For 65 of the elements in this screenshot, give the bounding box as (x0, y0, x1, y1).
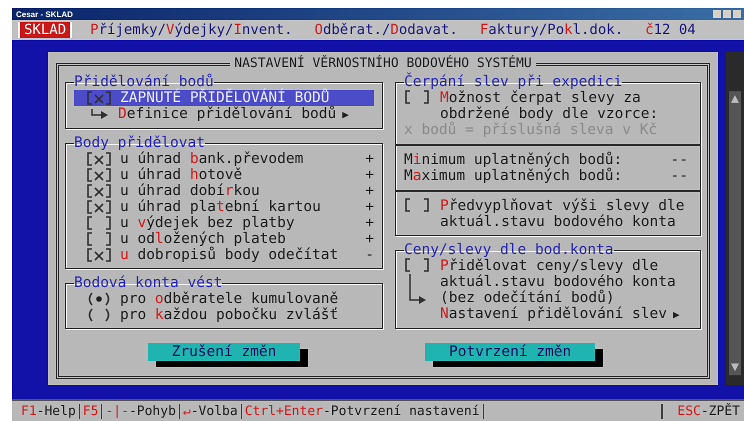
checkbox[interactable] (86, 200, 112, 214)
cancel-button[interactable]: Zrušení změn (148, 343, 300, 361)
submenu-link[interactable]: Nastavení přidělování slev ▶ (440, 306, 692, 323)
sign-label: + (365, 215, 374, 231)
group-title: Čerpání slev při expedici (404, 74, 622, 90)
menu-item[interactable]: č12 04 (641, 22, 700, 38)
checkbox[interactable] (86, 248, 112, 262)
option-label: u úhrad bank.převodem (120, 151, 304, 167)
scrollbar[interactable] (724, 52, 744, 385)
option-label: pro každou pobočku zvlášť (120, 307, 338, 323)
option-label: u úhrad platební kartou (120, 199, 321, 215)
window-title: Cesar - SKLAD (16, 10, 73, 18)
option-label: (bez odečítání bodů) (440, 290, 616, 306)
dialog-title: NASTAVENÍ VĚRNOSTNÍHO BODOVÉHO SYSTÉMU (233, 56, 533, 72)
shortcut-hint: Ctrl+Enter-Potvrzení nastavení (242, 404, 484, 418)
option-label: u výdejek bez platby (120, 215, 295, 231)
shortcut-hint: F5 (80, 404, 102, 418)
option-label: aktuál.stavu bodového konta (440, 214, 677, 230)
group-title: Body přidělovat (74, 135, 205, 151)
field-label: Minimum uplatněných bodů: (404, 152, 622, 168)
checkbox[interactable] (404, 198, 430, 212)
option-label: u úhrad dobí rkou (120, 183, 260, 199)
menu-item[interactable]: SKLAD (18, 22, 72, 38)
option-label: aktuál.stavu bodového konta (440, 274, 677, 290)
shortcut-hint: -|--Pohyb (102, 404, 180, 418)
option-label: u úhrad hotově (120, 167, 242, 183)
checkbox[interactable] (86, 216, 112, 230)
field-label: Maximum uplatněných bodů: (404, 168, 622, 184)
option-label: P řidělovat ceny/slevy dle (440, 258, 660, 274)
radio-button[interactable] (86, 292, 112, 306)
sign-label: + (365, 183, 374, 199)
menu-item[interactable]: Faktury/Pokl.dok. (476, 22, 628, 38)
checkbox[interactable] (86, 168, 112, 182)
group-title: Bodová konta vést (74, 275, 222, 291)
radio-button[interactable] (86, 308, 112, 322)
sign-label: + (365, 167, 374, 183)
option-label: obdržené body dle vzorce: (440, 106, 660, 122)
group-title: Přidělování bodů (74, 74, 214, 90)
field-value: -- (670, 168, 688, 184)
window-controls-icon[interactable] (712, 9, 742, 19)
sign-label: + (365, 231, 374, 247)
checkbox[interactable] (86, 184, 112, 198)
option-label: pro odběratele kumulovaně (120, 291, 338, 307)
shortcut-hint: ↵-Volba (180, 404, 242, 418)
sign-label: + (365, 151, 374, 167)
option-label: P ředvyplňovat výši slevy dle (440, 198, 686, 214)
option-label: Možnost čerpat slevy za (440, 90, 642, 106)
field-value: -- (670, 152, 688, 168)
option-label: u dobropisů body odečítat (120, 247, 338, 263)
checkbox[interactable] (86, 232, 112, 246)
sign-label: + (365, 199, 374, 215)
menu-row[interactable]: ZAPNUTÉ PŘIDĚLOVÁNÍ BODŮ (74, 90, 374, 106)
sign-label: - (365, 247, 374, 263)
group-title: Ceny/slevy dle bod.konta (404, 242, 614, 258)
menu-item[interactable]: Odběrat./Dodavat. (310, 22, 462, 38)
shortcut-hint: F1-Help (18, 404, 80, 418)
confirm-button[interactable]: Potvrzení změn (425, 343, 596, 361)
option-label: u odložených plateb (120, 231, 286, 247)
checkbox[interactable] (86, 91, 112, 105)
checkbox[interactable] (404, 258, 430, 272)
checkbox[interactable] (86, 152, 112, 166)
shortcut-hint: ESC-ZPĚT (661, 404, 744, 418)
menu-item[interactable]: P říjemky/Výdejky/Invent. (86, 22, 296, 38)
checkbox[interactable] (404, 90, 430, 104)
menu-row[interactable]: Definice přidělování bodů ▶ (74, 106, 374, 123)
